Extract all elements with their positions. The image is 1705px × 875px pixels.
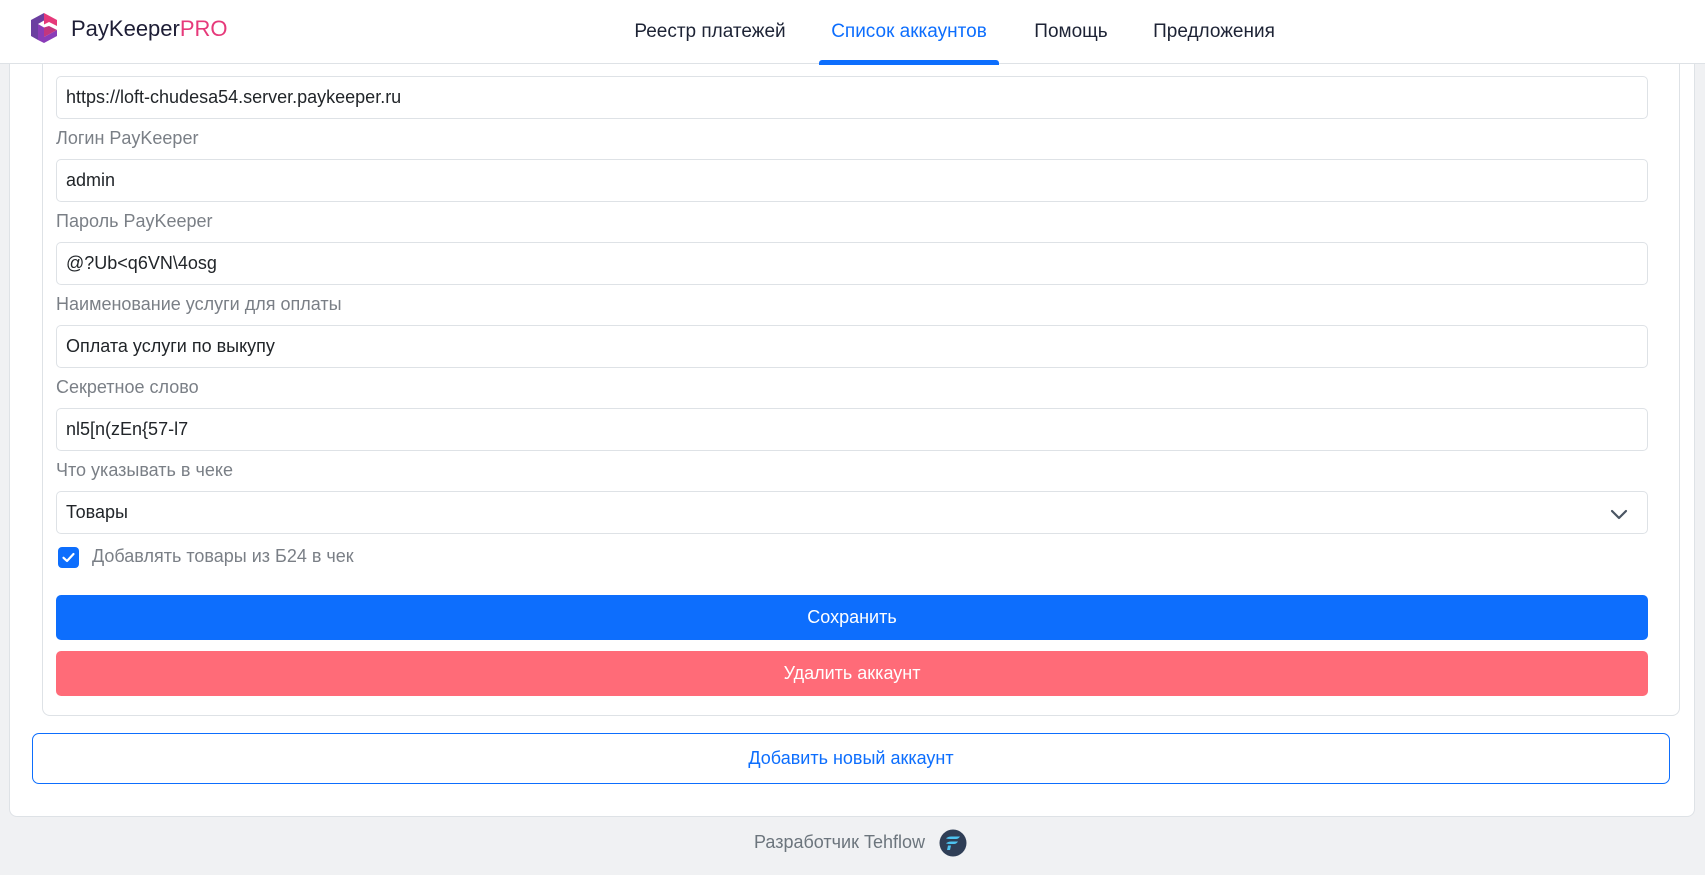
nav-payment-registry[interactable]: Реестр платежей xyxy=(634,0,786,64)
login-input[interactable]: admin xyxy=(56,159,1648,202)
server-url-input[interactable]: https://loft-chudesa54.server.paykeeper.… xyxy=(56,76,1648,119)
save-button[interactable]: Сохранить xyxy=(56,595,1648,640)
nav-help[interactable]: Помощь xyxy=(1033,0,1109,64)
receipt-content-select[interactable]: Товары xyxy=(56,491,1648,534)
paykeeper-logo-icon[interactable] xyxy=(29,12,59,44)
add-goods-label[interactable]: Добавлять товары из Б24 в чек xyxy=(92,546,354,567)
active-tab-indicator xyxy=(819,60,999,65)
top-navbar: PayKeeperPRO Реестр платежей Список акка… xyxy=(0,0,1705,65)
password-label: Пароль PayKeeper xyxy=(56,211,213,231)
add-account-button[interactable]: Добавить новый аккаунт xyxy=(32,733,1670,784)
secret-word-input[interactable]: nl5[n(zEn{57-l7 xyxy=(56,408,1648,451)
receipt-content-selected: Товары xyxy=(66,502,128,522)
service-name-label: Наименование услуги для оплаты xyxy=(56,294,342,314)
login-label: Логин PayKeeper xyxy=(56,128,199,148)
service-name-input[interactable]: Оплата услуги по выкупу xyxy=(56,325,1648,368)
receipt-content-label: Что указывать в чеке xyxy=(56,460,233,480)
delete-account-button[interactable]: Удалить аккаунт xyxy=(56,651,1648,696)
brand-pro: PRO xyxy=(179,16,228,41)
tehflow-logo-icon[interactable] xyxy=(939,829,967,857)
developer-credit: Разработчик Tehflow xyxy=(754,832,925,852)
brand-main: PayKeeper xyxy=(71,16,180,41)
nav-account-list[interactable]: Список аккаунтов xyxy=(823,0,995,64)
checkmark-icon xyxy=(62,552,75,563)
brand-name[interactable]: PayKeeperPRO xyxy=(71,16,228,42)
secret-word-label: Секретное слово xyxy=(56,377,199,397)
nav-offers[interactable]: Предложения xyxy=(1153,0,1275,64)
chevron-down-icon xyxy=(1610,509,1628,520)
password-input[interactable]: @?Ub<q6VN\4osg xyxy=(56,242,1648,285)
add-goods-checkbox[interactable] xyxy=(58,547,79,568)
